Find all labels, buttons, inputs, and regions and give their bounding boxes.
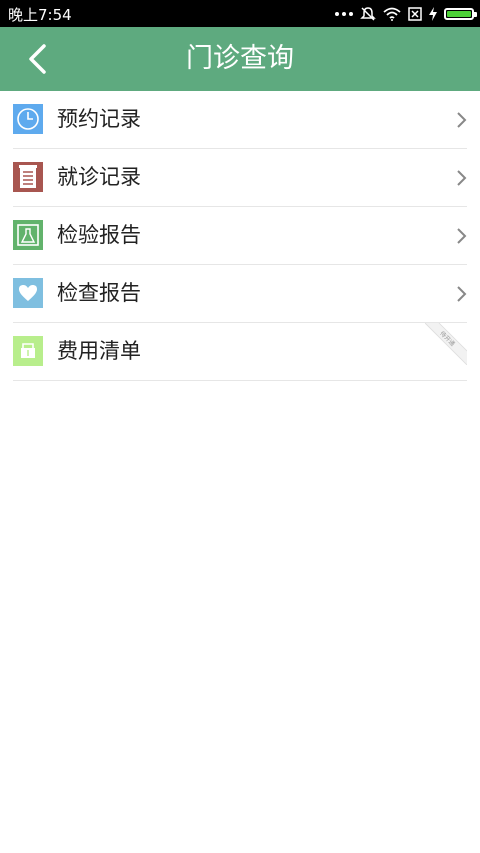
menu-item-label: 费用清单 xyxy=(57,339,141,363)
coming-soon-ribbon: 待开通 xyxy=(425,323,467,365)
app-bar: 门诊查询 xyxy=(0,27,480,91)
chevron-right-icon xyxy=(457,112,467,128)
charging-icon xyxy=(429,6,437,21)
status-bar: 晚上7:54 xyxy=(0,0,480,27)
menu-item-label: 检查报告 xyxy=(57,281,141,305)
page-title: 门诊查询 xyxy=(186,43,294,74)
battery-icon xyxy=(444,7,477,20)
menu-item-label: 就诊记录 xyxy=(57,165,141,189)
menu-item-visit-records[interactable]: 就诊记录 xyxy=(13,149,467,207)
menu-item-label: 检验报告 xyxy=(57,223,141,247)
medical-record-icon xyxy=(13,162,43,192)
chevron-right-icon xyxy=(457,228,467,244)
no-sim-icon xyxy=(408,6,422,21)
menu-item-lab-reports[interactable]: 检验报告 xyxy=(13,207,467,265)
more-notifications-icon xyxy=(335,11,353,16)
menu-item-appointment-records[interactable]: 预约记录 xyxy=(13,91,467,149)
menu-list: 预约记录 就诊记录 检验报告 检查报告 费用清单 待开通 xyxy=(0,91,480,381)
flask-icon xyxy=(13,220,43,250)
status-icons xyxy=(335,3,477,24)
wallet-icon xyxy=(13,336,43,366)
chevron-left-icon xyxy=(29,44,46,74)
heart-icon xyxy=(13,278,43,308)
menu-item-label: 预约记录 xyxy=(57,107,141,131)
status-time: 晚上7:54 xyxy=(8,6,72,24)
chevron-right-icon xyxy=(457,286,467,302)
back-button[interactable] xyxy=(20,41,56,77)
mute-icon xyxy=(360,6,376,21)
chevron-right-icon xyxy=(457,170,467,186)
menu-item-exam-reports[interactable]: 检查报告 xyxy=(13,265,467,323)
menu-item-expense-list[interactable]: 费用清单 待开通 xyxy=(13,323,467,381)
clock-icon xyxy=(13,104,43,134)
wifi-icon xyxy=(383,7,401,21)
